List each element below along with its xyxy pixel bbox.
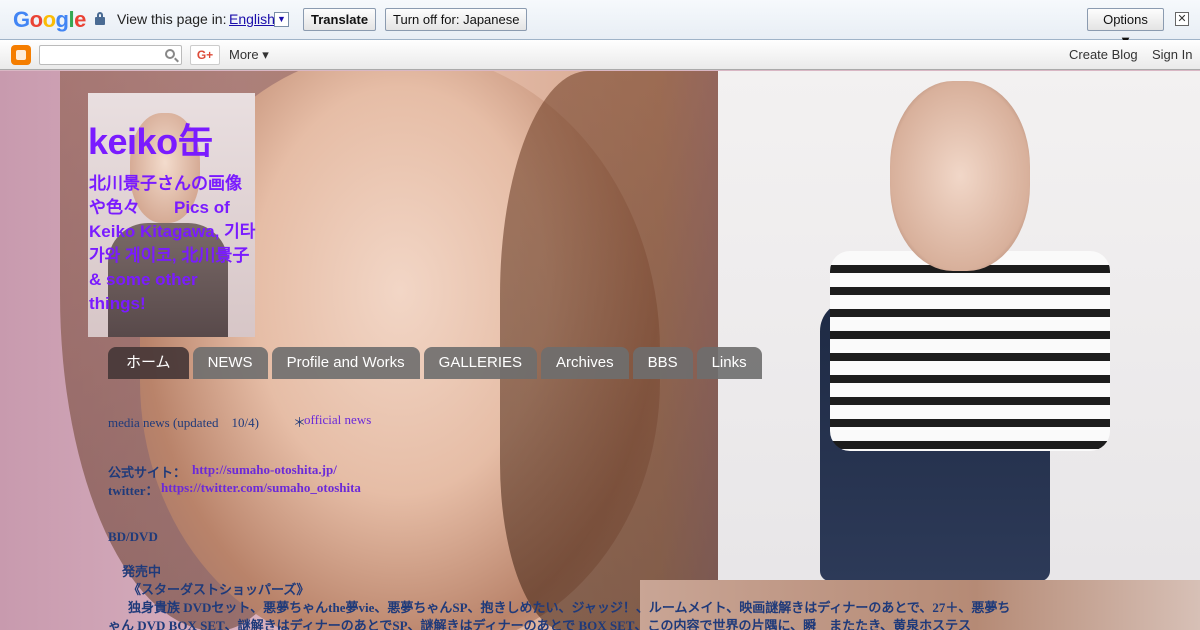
page-tabs: ホーム NEWS Profile and Works GALLERIES Arc…	[108, 347, 762, 379]
bd-dvd-heading: BD/DVD	[108, 529, 158, 544]
blog-title[interactable]: keiko缶	[88, 113, 214, 165]
tab-archives[interactable]: Archives	[541, 347, 629, 379]
blogger-navbar: G+ More ▾ Create Blog Sign In	[0, 40, 1200, 70]
turn-off-button[interactable]: Turn off for: Japanese	[385, 8, 528, 31]
translate-bar: Google View this page in: English ▼ Tran…	[0, 0, 1200, 48]
lock-icon	[95, 12, 105, 26]
official-site-link[interactable]: http://sumaho-otoshita.jp/	[192, 462, 337, 478]
search-input[interactable]	[39, 45, 182, 65]
official-site-label: 公式サイト：	[108, 465, 187, 480]
options-button[interactable]: Options ▼	[1087, 8, 1164, 48]
background-striped-shirt	[830, 251, 1110, 451]
media-news-text: media news (updated 10/4)	[108, 415, 259, 430]
close-icon[interactable]: ✕	[1175, 12, 1189, 26]
language-link[interactable]: English	[229, 11, 275, 27]
google-logo-letter: e	[74, 7, 86, 32]
twitter-label: twitter：	[108, 483, 159, 498]
search-icon[interactable]	[165, 49, 175, 59]
google-logo: Google	[13, 7, 86, 33]
twitter-link[interactable]: https://twitter.com/sumaho_otoshita	[161, 480, 361, 496]
google-logo-letter: o	[29, 7, 43, 32]
background-portrait-head	[890, 81, 1030, 271]
tab-bbs[interactable]: BBS	[632, 347, 693, 379]
sign-in-link[interactable]: Sign In	[1152, 47, 1192, 62]
more-menu[interactable]: More ▾	[229, 47, 269, 63]
translate-button[interactable]: Translate	[303, 8, 377, 31]
tab-home[interactable]: ホーム	[108, 347, 189, 379]
blog-description: 北川景子さんの画像や色々 Pics of Keiko Kitagawa, 기타가…	[89, 174, 256, 313]
translate-prompt: View this page in:	[117, 11, 227, 27]
tab-links[interactable]: Links	[696, 347, 762, 379]
tab-profile-and-works[interactable]: Profile and Works	[271, 347, 420, 379]
tab-galleries[interactable]: GALLERIES	[423, 347, 538, 379]
release-list-line: 独身貴族 DVDセット、悪夢ちゃんthe夢vie、悪夢ちゃんSP、抱きしめたい、…	[128, 600, 1011, 615]
release-label: 発売中	[122, 564, 162, 579]
release-list-line: ゃん DVD BOX SET、謎解きはディナーのあとでSP、謎解きはディナーのあ…	[108, 618, 972, 630]
google-logo-letter: G	[13, 7, 30, 32]
tab-news[interactable]: NEWS	[192, 347, 268, 379]
gplus-button[interactable]: G+	[190, 45, 220, 65]
language-dropdown-icon[interactable]: ▼	[274, 12, 289, 27]
official-news-link[interactable]: official news	[304, 412, 371, 428]
google-logo-letter: g	[55, 7, 69, 32]
release-title: 《スターダストショッパーズ》	[128, 582, 310, 597]
blogger-icon[interactable]	[11, 45, 31, 65]
create-blog-link[interactable]: Create Blog	[1069, 47, 1138, 62]
google-logo-letter: o	[42, 7, 56, 32]
